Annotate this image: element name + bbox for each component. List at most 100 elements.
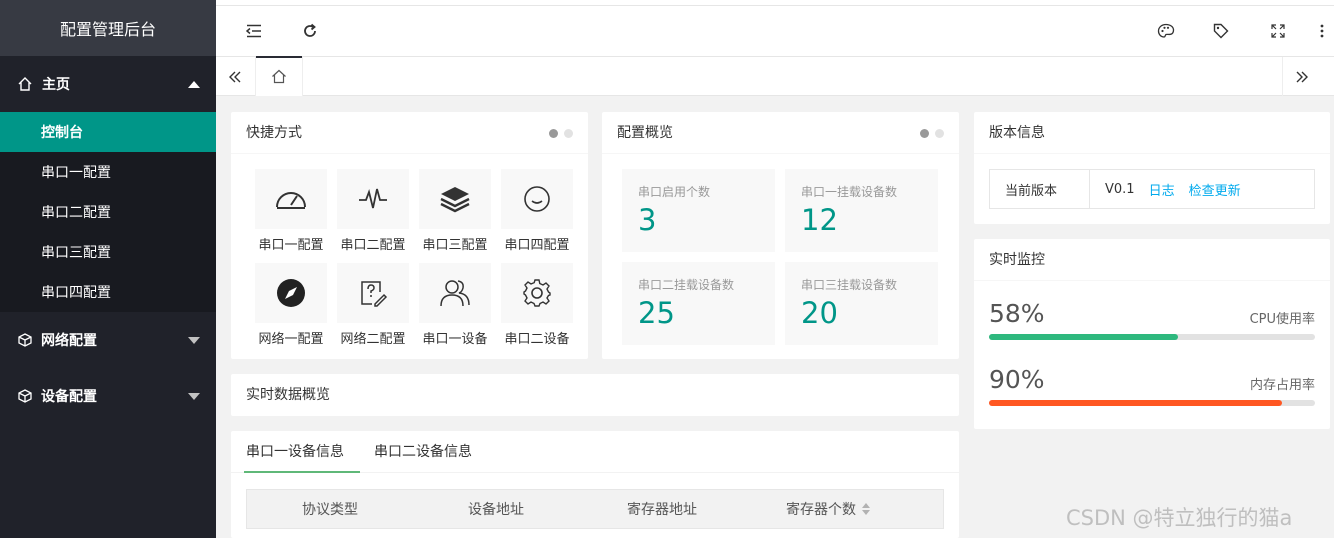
carousel-dot-1[interactable]	[920, 129, 929, 138]
device-info-card: 串口一设备信息 串口二设备信息 协议类型 设备地址 寄存器地址 寄存器个数	[231, 431, 959, 538]
shortcut-item[interactable]: 网络二配置	[332, 263, 414, 357]
home-icon	[16, 75, 34, 93]
carousel-dot-1[interactable]	[549, 129, 558, 138]
device-tabs: 串口一设备信息 串口二设备信息	[244, 431, 472, 473]
cube-icon	[16, 331, 34, 349]
chevron-up-icon	[188, 80, 200, 88]
indent-icon	[246, 24, 261, 38]
version-key: 当前版本	[990, 170, 1090, 208]
shortcuts-title: 快捷方式	[231, 112, 588, 154]
pulse-icon	[359, 188, 387, 209]
overview-card: 配置概览 串口启用个数 3 串口一挂载设备数 12 串口二挂载设备数 25 串口…	[602, 112, 959, 359]
stat-value: 12	[801, 203, 838, 237]
edit-note-icon	[361, 281, 388, 307]
refresh-button[interactable]	[290, 6, 330, 56]
device-table-header: 协议类型 设备地址 寄存器地址 寄存器个数	[246, 489, 944, 529]
header	[216, 5, 1334, 56]
tab-serial2-devices[interactable]: 串口二设备信息	[374, 431, 472, 473]
app-logo: 配置管理后台	[0, 0, 216, 56]
layers-icon	[440, 187, 470, 213]
shortcut-label: 串口四配置	[504, 238, 570, 253]
sidebar: 配置管理后台 主页 控制台 串口一配置 串口二配置 串口三配置 串口四配置 网络…	[0, 0, 216, 538]
col-register-count[interactable]: 寄存器个数	[745, 490, 911, 528]
shortcut-label: 串口二设备	[504, 332, 570, 347]
smile-icon	[524, 186, 550, 212]
mem-progress-bar	[989, 400, 1315, 406]
mem-progress-fill	[989, 400, 1283, 406]
cpu-monitor: 58% CPU使用率	[989, 299, 1315, 340]
shortcut-label: 串口二配置	[340, 238, 406, 253]
col-register-count-label: 寄存器个数	[786, 502, 856, 518]
sidebar-item-serial1[interactable]: 串口一配置	[0, 152, 216, 192]
mem-label: 内存占用率	[1249, 378, 1315, 393]
shortcut-label: 串口三配置	[422, 238, 488, 253]
gauge-icon	[276, 192, 306, 209]
shortcut-item[interactable]: 串口二配置	[332, 169, 414, 263]
tabs-bar	[216, 56, 1334, 96]
cpu-progress-fill	[989, 334, 1179, 340]
shortcut-item[interactable]: 串口一设备	[414, 263, 496, 357]
stat-card[interactable]: 串口二挂载设备数 25	[622, 262, 775, 345]
home-icon	[272, 69, 286, 84]
sidebar-item-serial3[interactable]: 串口三配置	[0, 232, 216, 272]
carousel-dot-2[interactable]	[564, 129, 573, 138]
tag-icon	[1213, 23, 1229, 39]
stat-card[interactable]: 串口启用个数 3	[622, 169, 775, 252]
more-button[interactable]	[1310, 6, 1334, 56]
realtime-title: 实时数据概览	[246, 387, 330, 403]
shortcut-label: 串口一配置	[258, 238, 324, 253]
col-register-address: 寄存器地址	[627, 502, 697, 518]
cube-icon	[16, 387, 34, 405]
gear-icon	[523, 279, 551, 307]
double-chevron-right-icon	[1296, 71, 1308, 82]
changelog-link[interactable]: 日志	[1149, 180, 1175, 199]
stat-grid: 串口启用个数 3 串口一挂载设备数 12 串口二挂载设备数 25 串口三挂载设备…	[622, 169, 938, 345]
overview-title: 配置概览	[602, 112, 959, 154]
stat-label: 串口三挂载设备数	[801, 278, 898, 292]
col-address: 设备地址	[468, 502, 524, 518]
shortcut-label: 网络一配置	[258, 332, 324, 347]
carousel-dots	[920, 129, 944, 138]
stat-value: 20	[801, 296, 838, 330]
carousel-dot-2[interactable]	[935, 129, 944, 138]
tag-button[interactable]	[1201, 6, 1241, 56]
refresh-icon	[304, 23, 316, 37]
sidebar-item-serial4[interactable]: 串口四配置	[0, 272, 216, 312]
shortcut-label: 串口一设备	[422, 332, 488, 347]
tabs-scroll-right-button[interactable]	[1282, 57, 1320, 96]
nav-device[interactable]: 设备配置	[0, 368, 216, 424]
shortcut-item[interactable]: 串口二设备	[496, 263, 578, 357]
shortcut-item[interactable]: 串口四配置	[496, 169, 578, 263]
tab-home[interactable]	[255, 56, 303, 96]
more-vertical-icon	[1320, 24, 1324, 38]
chevron-down-icon	[188, 392, 200, 400]
shortcut-item[interactable]: 网络一配置	[250, 263, 332, 357]
shortcut-item[interactable]: 串口三配置	[414, 169, 496, 263]
sidebar-item-console[interactable]: 控制台	[0, 112, 216, 152]
carousel-dots	[549, 129, 573, 138]
stat-label: 串口启用个数	[638, 185, 711, 199]
shortcut-grid: 串口一配置 串口二配置 串口三配置 串口四配置 网络一配置 网络二配置 串口一设…	[250, 169, 578, 357]
tabs-scroll-left-button[interactable]	[216, 57, 254, 96]
nav-network[interactable]: 网络配置	[0, 312, 216, 368]
theme-button[interactable]	[1146, 6, 1186, 56]
menu-collapse-button[interactable]	[234, 6, 274, 56]
tab-serial1-devices[interactable]: 串口一设备信息	[244, 431, 360, 473]
stat-card[interactable]: 串口一挂载设备数 12	[785, 169, 938, 252]
version-card: 版本信息 当前版本 V0.1 日志 检查更新	[974, 112, 1330, 224]
mem-monitor: 90% 内存占用率	[989, 365, 1315, 406]
sort-icon[interactable]	[862, 503, 870, 515]
fullscreen-button[interactable]	[1258, 6, 1298, 56]
check-update-link[interactable]: 检查更新	[1189, 180, 1241, 199]
sidebar-item-serial2[interactable]: 串口二配置	[0, 192, 216, 232]
shortcut-item[interactable]: 串口一配置	[250, 169, 332, 263]
palette-icon	[1157, 23, 1175, 38]
double-chevron-left-icon	[229, 71, 241, 82]
stat-label: 串口二挂载设备数	[638, 278, 735, 292]
nav-home[interactable]: 主页	[0, 56, 216, 112]
monitor-title: 实时监控	[974, 239, 1330, 281]
stat-label: 串口一挂载设备数	[801, 185, 898, 199]
stat-card[interactable]: 串口三挂载设备数 20	[785, 262, 938, 345]
shortcut-label: 网络二配置	[340, 332, 406, 347]
home-submenu: 控制台 串口一配置 串口二配置 串口三配置 串口四配置	[0, 112, 216, 312]
